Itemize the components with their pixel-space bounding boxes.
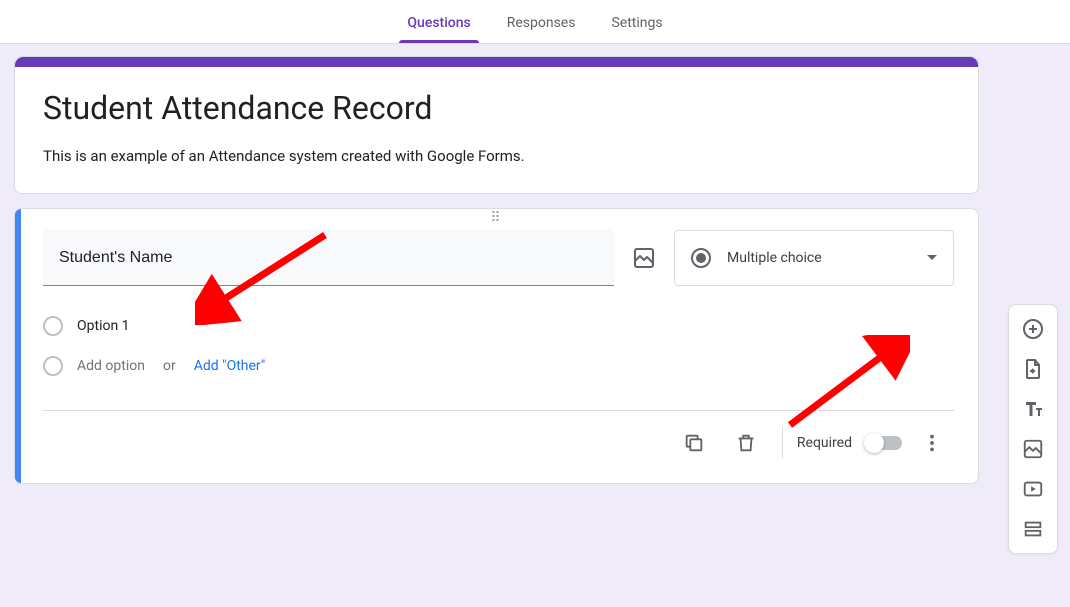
tab-questions[interactable]: Questions xyxy=(389,15,488,43)
chevron-down-icon xyxy=(927,255,937,260)
tab-responses[interactable]: Responses xyxy=(489,15,594,43)
form-title[interactable]: Student Attendance Record xyxy=(43,81,950,127)
add-question-icon[interactable] xyxy=(1015,311,1051,347)
add-other-button[interactable]: Add "Other" xyxy=(194,358,266,374)
radio-empty-icon xyxy=(43,316,63,336)
drag-handle-icon[interactable]: ⠿ xyxy=(490,215,502,221)
form-description[interactable]: This is an example of an Attendance syst… xyxy=(43,147,950,165)
add-title-icon[interactable] xyxy=(1015,391,1051,427)
duplicate-button[interactable] xyxy=(672,421,716,465)
divider xyxy=(782,427,783,459)
add-option-button[interactable]: Add option xyxy=(77,358,145,374)
side-toolbar xyxy=(1008,304,1058,554)
add-image-to-question-icon[interactable] xyxy=(632,246,656,270)
question-type-select[interactable]: Multiple choice xyxy=(674,230,954,286)
option-label[interactable]: Option 1 xyxy=(77,318,130,334)
question-type-label: Multiple choice xyxy=(727,250,911,266)
form-header-card[interactable]: Student Attendance Record This is an exa… xyxy=(14,56,979,194)
tab-settings[interactable]: Settings xyxy=(593,15,680,43)
question-footer: Required xyxy=(43,410,954,475)
add-option-row: Add option or Add "Other" xyxy=(43,346,954,386)
delete-button[interactable] xyxy=(724,421,768,465)
option-row[interactable]: Option 1 xyxy=(43,306,954,346)
top-tabs: Questions Responses Settings xyxy=(0,0,1070,44)
radio-icon xyxy=(691,248,711,268)
more-options-button[interactable] xyxy=(910,421,954,465)
import-questions-icon[interactable] xyxy=(1015,351,1051,387)
question-title-input[interactable] xyxy=(59,249,598,267)
required-label: Required xyxy=(797,435,852,451)
question-title-field[interactable] xyxy=(43,229,614,286)
question-card[interactable]: ⠿ Multiple choice Option 1 xyxy=(14,208,979,484)
or-text: or xyxy=(163,358,176,374)
add-image-icon[interactable] xyxy=(1015,431,1051,467)
add-video-icon[interactable] xyxy=(1015,471,1051,507)
add-section-icon[interactable] xyxy=(1015,511,1051,547)
radio-empty-icon xyxy=(43,356,63,376)
required-toggle[interactable] xyxy=(866,436,902,450)
